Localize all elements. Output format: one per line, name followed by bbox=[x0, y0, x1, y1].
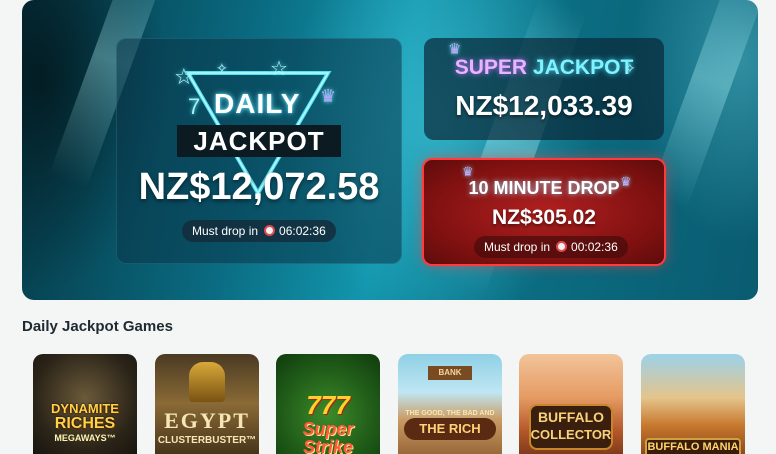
game-tile-dynamite-riches[interactable]: DYNAMITE RICHES MEGAWAYS™ bbox=[33, 354, 137, 454]
game-extra: MEGAWAYS™ bbox=[54, 433, 116, 443]
pharaoh-head-icon bbox=[189, 362, 225, 402]
jackpot-word: JACKPOT bbox=[532, 56, 634, 79]
bank-sign: BANK bbox=[428, 366, 472, 380]
daily-jackpot-card[interactable]: ☆ ✧ ☆ 7 ♛ DAILY JACKPOT NZ$12,072.58 Mus… bbox=[116, 38, 402, 264]
super-word: SUPER bbox=[454, 56, 528, 79]
ten-minute-drop-title: 10 MINUTE DROP bbox=[468, 178, 620, 198]
game-title: BUFFALO MANIA bbox=[647, 441, 739, 453]
game-tile-egypt-clusterbuster[interactable]: EGYPT CLUSTERBUSTER™ bbox=[155, 354, 259, 454]
game-title: BUFFALO bbox=[537, 409, 605, 425]
ten-minute-drop-card[interactable]: ♛ ♛ 10 MINUTE DROP NZ$305.02 Must drop i… bbox=[424, 160, 664, 264]
game-subtitle: CLUSTERBUSTER™ bbox=[157, 435, 257, 446]
game-title: DYNAMITE bbox=[51, 401, 119, 416]
game-title: THE GOOD, THE BAD AND bbox=[405, 410, 495, 417]
game-subtitle: COLLECTOR bbox=[530, 427, 612, 442]
must-drop-label: Must drop in bbox=[484, 240, 551, 254]
game-subtitle: THE RICH bbox=[419, 421, 481, 436]
must-drop-label: Must drop in bbox=[192, 224, 259, 238]
daily-jackpot-amount: NZ$12,072.58 bbox=[138, 166, 380, 208]
daily-word: DAILY bbox=[214, 88, 301, 119]
light-streak bbox=[648, 0, 758, 210]
jackpot-word: JACKPOT bbox=[177, 125, 341, 157]
daily-timer: 06:02:36 bbox=[279, 224, 326, 238]
ten-minute-timer: 00:02:36 bbox=[571, 240, 618, 254]
game-title: EGYPT bbox=[164, 408, 250, 433]
star-icon: ☆ bbox=[174, 64, 194, 89]
ten-minute-must-drop-pill: Must drop in 00:02:36 bbox=[474, 236, 628, 258]
seven-icon: 7 bbox=[188, 94, 201, 119]
game-subtitle: Strike bbox=[302, 437, 354, 454]
clock-icon bbox=[556, 241, 568, 252]
super-jackpot-card[interactable]: ♛ ✧ SUPER JACKPOT NZ$12,033.39 bbox=[424, 38, 664, 140]
seven-icon: 777 bbox=[306, 390, 350, 420]
super-jackpot-amount: NZ$12,033.39 bbox=[455, 90, 633, 121]
game-tile-super-strike[interactable]: 777 Super Strike bbox=[276, 354, 380, 454]
sparkle-icon: ✧ bbox=[216, 60, 228, 76]
game-title: Super bbox=[302, 419, 354, 439]
game-tile-the-good-the-bad-the-rich[interactable]: BANK THE GOOD, THE BAD AND THE RICH bbox=[398, 354, 502, 454]
section-title: Daily Jackpot Games bbox=[22, 318, 173, 335]
daily-must-drop-pill: Must drop in 06:02:36 bbox=[182, 220, 336, 242]
crown-icon: ♛ bbox=[320, 86, 337, 106]
game-subtitle: RICHES bbox=[54, 415, 116, 432]
ten-minute-drop-amount: NZ$305.02 bbox=[492, 206, 596, 229]
game-tile-buffalo-collector[interactable]: BUFFALO COLLECTOR bbox=[519, 354, 623, 454]
super-jackpot-title: SUPER JACKPOT bbox=[424, 56, 664, 80]
jackpot-hero-banner: ☆ ✧ ☆ 7 ♛ DAILY JACKPOT NZ$12,072.58 Mus… bbox=[22, 0, 758, 300]
game-tile-buffalo-mania[interactable]: BUFFALO MANIA bbox=[641, 354, 745, 454]
star-icon: ☆ bbox=[270, 58, 288, 80]
clock-icon bbox=[264, 225, 276, 236]
